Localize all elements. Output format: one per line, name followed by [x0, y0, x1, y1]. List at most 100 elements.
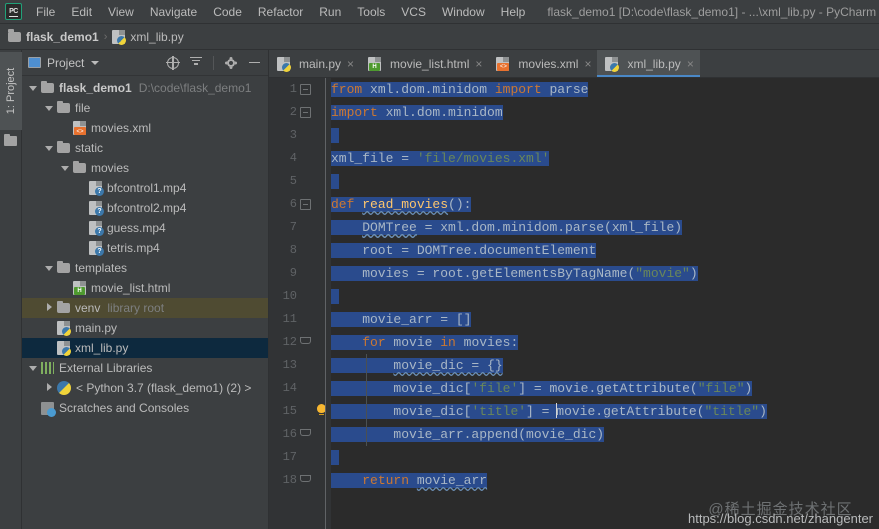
code-line-4[interactable]: xml_file = 'file/movies.xml' — [331, 147, 879, 170]
code-line-18[interactable]: return movie_arr — [331, 469, 879, 492]
tree-item-scratches-and-consoles[interactable]: Scratches and Consoles — [22, 398, 268, 418]
tool-window-button-project[interactable]: 1: Project — [0, 52, 22, 130]
menu-item-window[interactable]: Window — [434, 3, 493, 21]
menu-item-help[interactable]: Help — [493, 3, 534, 21]
tree-item-bfcontrol2-mp4[interactable]: bfcontrol2.mp4 — [22, 198, 268, 218]
code-fold-icon[interactable] — [300, 337, 311, 348]
tree-item-xml-lib-py[interactable]: xml_lib.py — [22, 338, 268, 358]
code-content[interactable]: from xml.dom.minidom import parse import … — [331, 78, 879, 529]
tree-item-flask-demo1[interactable]: flask_demo1 D:\code\flask_demo1 — [22, 78, 268, 98]
gutter-line-17[interactable]: 17 — [269, 446, 331, 469]
code-fold-icon[interactable] — [300, 84, 311, 95]
gutter-line-8[interactable]: 8 — [269, 239, 331, 262]
tree-toggle-open-icon[interactable] — [28, 83, 39, 94]
tree-item-static[interactable]: static — [22, 138, 268, 158]
close-icon[interactable]: × — [687, 58, 694, 70]
locate-icon[interactable] — [163, 53, 183, 73]
code-line-1[interactable]: from xml.dom.minidom import parse — [331, 78, 879, 101]
editor-tab-main-py[interactable]: main.py × — [269, 50, 360, 77]
code-fold-icon[interactable] — [300, 475, 311, 486]
gutter-line-11[interactable]: 11 — [269, 308, 331, 331]
code-line-8[interactable]: root = DOMTree.documentElement — [331, 239, 879, 262]
tree-item-python-3-7-flask-demo1-2[interactable]: < Python 3.7 (flask_demo1) (2) > — [22, 378, 268, 398]
code-fold-icon[interactable] — [300, 107, 311, 118]
tree-item-main-py[interactable]: main.py — [22, 318, 268, 338]
gutter-line-4[interactable]: 4 — [269, 147, 331, 170]
gutter-line-10[interactable]: 10 — [269, 285, 331, 308]
tree-toggle-open-icon[interactable] — [60, 163, 71, 174]
menu-item-code[interactable]: Code — [205, 3, 250, 21]
menu-item-navigate[interactable]: Navigate — [142, 3, 205, 21]
minimize-icon[interactable] — [244, 53, 264, 73]
gutter-line-7[interactable]: 7 — [269, 216, 331, 239]
code-line-15[interactable]: movie_dic['title'] = movie.getAttribute(… — [331, 400, 879, 423]
gear-icon[interactable] — [221, 53, 241, 73]
breadcrumb-project[interactable]: flask_demo1 — [8, 29, 99, 44]
editor-tab-movies-xml[interactable]: movies.xml × — [488, 50, 597, 77]
tree-item-movie-list-html[interactable]: movie_list.html — [22, 278, 268, 298]
tree-item-templates[interactable]: templates — [22, 258, 268, 278]
gutter-line-5[interactable]: 5 — [269, 170, 331, 193]
editor-tab-movie-list-html[interactable]: movie_list.html × — [360, 50, 488, 77]
tree-item-bfcontrol1-mp4[interactable]: bfcontrol1.mp4 — [22, 178, 268, 198]
tree-toggle-open-icon[interactable] — [44, 143, 55, 154]
gutter-line-15[interactable]: 15 — [269, 400, 331, 423]
gutter-line-2[interactable]: 2 — [269, 101, 331, 124]
gutter-line-14[interactable]: 14 — [269, 377, 331, 400]
code-line-13[interactable]: movie_dic = {} — [331, 354, 879, 377]
code-line-14[interactable]: movie_dic['file'] = movie.getAttribute("… — [331, 377, 879, 400]
tree-item-movies[interactable]: movies — [22, 158, 268, 178]
tree-toggle-open-icon[interactable] — [44, 263, 55, 274]
code-text: root = DOMTree.documentElement — [331, 243, 597, 258]
close-icon[interactable]: × — [475, 58, 482, 70]
gutter-line-6[interactable]: 6 — [269, 193, 331, 216]
gutter-line-16[interactable]: 16 — [269, 423, 331, 446]
code-line-7[interactable]: DOMTree = xml.dom.minidom.parse(xml_file… — [331, 216, 879, 239]
close-icon[interactable]: × — [584, 58, 591, 70]
editor-tab-xml-lib-py[interactable]: xml_lib.py × — [597, 50, 701, 77]
tree-item-guess-mp4[interactable]: guess.mp4 — [22, 218, 268, 238]
tree-item-movies-xml[interactable]: movies.xml — [22, 118, 268, 138]
code-line-10[interactable] — [331, 285, 879, 308]
gutter-vertical-line — [325, 78, 326, 529]
code-line-9[interactable]: movies = root.getElementsByTagName("movi… — [331, 262, 879, 285]
menu-item-edit[interactable]: Edit — [63, 3, 100, 21]
gutter-line-13[interactable]: 13 — [269, 354, 331, 377]
menu-item-view[interactable]: View — [100, 3, 142, 21]
menu-item-vcs[interactable]: VCS — [393, 3, 434, 21]
code-line-11[interactable]: movie_arr = [] — [331, 308, 879, 331]
tree-item-venv[interactable]: venv library root — [22, 298, 268, 318]
tree-toggle-open-icon[interactable] — [28, 363, 39, 374]
gutter-line-18[interactable]: 18 — [269, 469, 331, 492]
gutter-line-12[interactable]: 12 — [269, 331, 331, 354]
tree-item-tetris-mp4[interactable]: tetris.mp4 — [22, 238, 268, 258]
code-line-5[interactable] — [331, 170, 879, 193]
breadcrumb-file[interactable]: xml_lib.py — [112, 29, 184, 45]
tree-item-label: flask_demo1 — [59, 81, 132, 95]
tree-toggle-closed-icon[interactable] — [44, 383, 55, 394]
code-line-6[interactable]: def read_movies(): — [331, 193, 879, 216]
tree-toggle-closed-icon[interactable] — [44, 303, 55, 314]
gutter-line-3[interactable]: 3 — [269, 124, 331, 147]
code-line-16[interactable]: movie_arr.append(movie_dic) — [331, 423, 879, 446]
gutter-line-9[interactable]: 9 — [269, 262, 331, 285]
close-icon[interactable]: × — [347, 58, 354, 70]
menu-item-run[interactable]: Run — [311, 3, 349, 21]
tree-toggle-open-icon[interactable] — [44, 103, 55, 114]
code-line-17[interactable] — [331, 446, 879, 469]
code-line-2[interactable]: import xml.dom.minidom — [331, 101, 879, 124]
code-line-12[interactable]: for movie in movies: — [331, 331, 879, 354]
gutter-line-1[interactable]: 1 — [269, 78, 331, 101]
code-editor[interactable]: 1 2 3 4 5 6 7 8 9 10 11 12 13 14 15 16 17 18 from xml.dom… — [269, 78, 879, 529]
menu-item-file[interactable]: File — [28, 3, 63, 21]
menu-item-tools[interactable]: Tools — [349, 3, 393, 21]
editor-gutter[interactable]: 1 2 3 4 5 6 7 8 9 10 11 12 13 14 15 16 17 18 — [269, 78, 331, 529]
tree-item-external-libraries[interactable]: External Libraries — [22, 358, 268, 378]
menu-item-refactor[interactable]: Refactor — [250, 3, 311, 21]
tree-item-file[interactable]: file — [22, 98, 268, 118]
code-line-3[interactable] — [331, 124, 879, 147]
code-fold-icon[interactable] — [300, 429, 311, 440]
chevron-down-icon[interactable] — [91, 60, 100, 65]
code-fold-icon[interactable] — [300, 199, 311, 210]
collapse-all-icon[interactable] — [186, 53, 206, 73]
